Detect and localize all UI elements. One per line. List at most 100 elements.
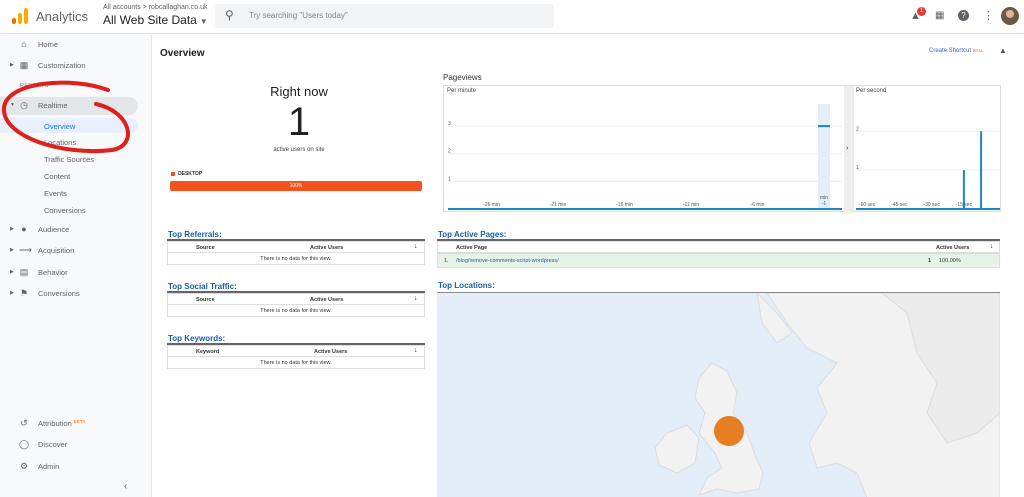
sidebar-subitem-conversions[interactable]: Conversions [44,206,86,215]
analytics-logo-icon[interactable] [12,8,28,24]
column-header-active-page[interactable]: Active Page [456,245,487,251]
sort-arrow-icon[interactable]: ↓ [414,347,418,354]
sidebar-item-label: Behavior [38,268,68,277]
pageviews-chart-svg: 123-26 min -21 min -16 min -11 min -6 minmin… [448,86,1000,213]
sidebar-item-behavior[interactable]: ▶ ▤ Behavior [0,264,152,282]
column-header-keyword[interactable]: Keyword [196,349,219,355]
expand-arrow-icon: ▶ [10,247,14,253]
column-header-active-users[interactable]: Active Users [936,245,969,251]
table-header: Source Active Users ↓ [168,242,424,253]
top-social-table: Source Active Users ↓ There is no data f… [167,293,425,317]
current-minute-band [818,104,830,209]
x-tick-label: -45 sec [891,202,908,208]
y-tick-label: 1 [856,165,859,171]
desktop-swatch [171,171,175,176]
analytics-app: Analytics All accounts > robcallaghan.co… [0,0,1024,497]
sort-arrow-icon[interactable]: ↓ [414,295,418,302]
row-rank: 1. [444,258,449,264]
search-icon: ⚲ [225,8,234,22]
sidebar-item-admin[interactable]: ⚙ Admin [0,458,152,476]
top-referrals-title: Top Referrals: [168,230,222,239]
sidebar-item-customization[interactable]: ▶ ▦ Customization [0,57,152,75]
sidebar-item-home[interactable]: ⌂ Home [0,36,152,54]
annotation-circle [1,80,130,153]
sidebar-item-label: Attribution [38,419,72,428]
sidebar-item-label: Home [38,40,59,49]
search-placeholder: Try searching "Users today" [249,11,348,20]
table-header: Keyword Active Users ↓ [168,346,424,357]
pageviews-title: Pageviews [443,73,482,82]
gear-icon: ⚙ [19,461,29,471]
account-breadcrumb[interactable]: All accounts > robcallaghan.co.uk [103,4,207,11]
sidebar-item-discover[interactable]: ◯ Discover [0,436,152,454]
sidebar-item-attribution[interactable]: ↺ Attribution BETA [0,415,152,433]
bulb-icon: ◯ [19,439,30,449]
empty-message: There is no data for this view. [260,256,332,262]
person-icon: ● [21,224,27,234]
sidebar-subitem-events[interactable]: Events [44,189,67,198]
page-title: Overview [160,48,205,59]
column-header-active-users[interactable]: Active Users [310,245,343,251]
ireland-land [654,424,700,474]
apps-grid-icon[interactable]: ▦ [935,9,944,23]
column-header-active-users[interactable]: Active Users [310,297,343,303]
expand-arrow-icon: ▶ [10,62,14,68]
attribution-icon: ↺ [20,418,28,428]
sidebar-item-acquisition[interactable]: ▶ ⟶ Acquisition [0,242,152,260]
y-tick-label: 3 [448,121,451,127]
property-selector[interactable]: All Web Site Data ▼ [103,13,208,27]
sidebar-item-conversions[interactable]: ▶ ⚑ Conversions [0,285,152,303]
active-page-link[interactable]: /blog/remove-comments-script-wordpress/ [456,258,559,264]
more-vert-icon[interactable]: ⋮ [983,9,994,23]
x-tick-label: -21 min [550,202,567,208]
create-shortcut-link[interactable]: Create Shortcut BETA [929,48,983,54]
column-header-active-users[interactable]: Active Users [314,349,347,355]
top-locations-title: Top Locations: [438,281,495,290]
acquisition-icon: ⟶ [19,245,32,255]
device-bar: 100% [170,181,422,191]
empty-message: There is no data for this view. [260,360,332,366]
row-percent: 100.00% [939,258,961,264]
locations-map[interactable] [437,292,1000,497]
x-tick-label: -16 min [616,202,633,208]
pageviews-chart: Per minute Per second 1 2 3 -26 min -21 min -… [443,85,1001,213]
column-header-source[interactable]: Source [196,297,215,303]
beta-badge: BETA [972,48,983,53]
x-tick-label: -26 min [483,202,500,208]
table-row[interactable]: 1. /blog/remove-comments-script-wordpres… [438,253,999,267]
avatar[interactable] [1001,7,1019,25]
device-legend: DESKTOP [171,171,202,177]
sort-arrow-icon[interactable]: ↓ [414,243,418,250]
flag-icon: ⚑ [19,288,29,298]
sidebar-item-audience[interactable]: ▶ ● Audience [0,221,152,239]
active-user-count: 1 [287,100,311,144]
collapse-sidebar-icon[interactable]: ‹ [124,481,127,492]
per-second-bar [980,131,983,209]
graduation-cap-icon[interactable]: ▲ [999,46,1007,55]
per-second-bar [962,170,965,209]
top-referrals-table: Source Active Users ↓ There is no data f… [167,241,425,265]
expand-arrow-icon: ▶ [10,290,14,296]
sort-arrow-icon[interactable]: ↓ [990,243,994,250]
y-tick-label: 2 [448,149,451,155]
y-tick-label: 2 [856,126,859,132]
sidebar-subitem-content[interactable]: Content [44,172,70,181]
location-marker[interactable] [714,416,744,446]
top-keywords-title: Top Keywords: [168,334,226,343]
search-input[interactable]: ⚲ Try searching "Users today" [215,4,554,28]
behavior-icon: ▤ [19,267,29,277]
sidebar-item-label: Discover [38,440,68,449]
app-brand[interactable]: Analytics [36,9,88,24]
map-svg [654,293,1000,497]
notification-badge: 1 [917,7,926,16]
column-header-source[interactable]: Source [196,245,215,251]
dashboard-icon: ▦ [19,60,29,70]
active-users-caption: active users on site [273,147,325,153]
help-icon[interactable]: ? [958,10,969,21]
right-now-title: Right now [270,84,328,99]
x-tick-label: -11 min [683,202,700,208]
top-keywords-table: Keyword Active Users ↓ There is no data … [167,345,425,369]
expand-arrow-icon: ▶ [10,226,14,232]
sidebar-item-label: Conversions [38,289,80,298]
row-active-users: 1 [928,258,932,264]
